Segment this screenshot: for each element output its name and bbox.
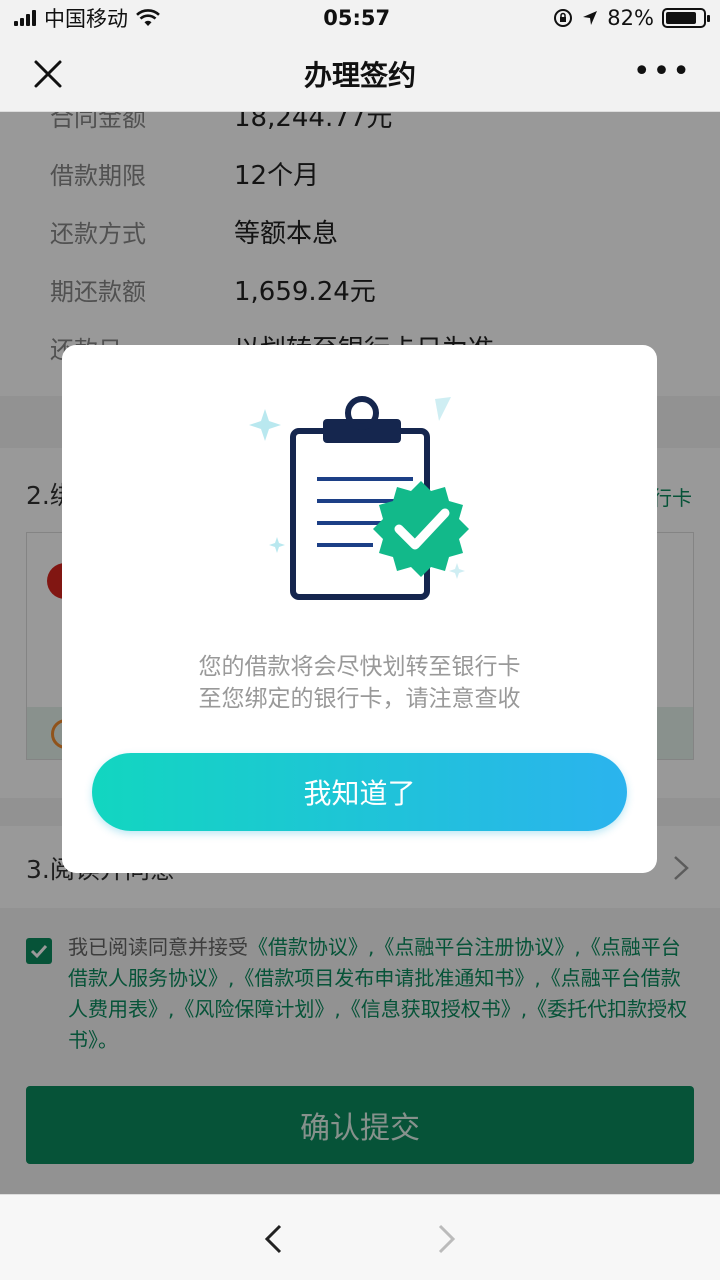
carrier-label: 中国移动 (44, 7, 128, 31)
forward-arrow-icon[interactable] (436, 1223, 458, 1255)
acknowledge-button[interactable]: 我知道了 (92, 753, 627, 831)
page-title: 办理签约 (303, 58, 416, 92)
back-arrow-icon[interactable] (262, 1223, 284, 1255)
more-options-icon[interactable]: ••• (633, 57, 692, 87)
dialog-message: 您的借款将会尽快划转至银行卡 至您绑定的银行卡，请注意查收 (62, 651, 657, 715)
battery-percent: 82% (607, 6, 654, 30)
success-dialog: 您的借款将会尽快划转至银行卡 至您绑定的银行卡，请注意查收 我知道了 (62, 345, 657, 873)
status-right: 82% (553, 6, 710, 30)
location-icon (583, 11, 598, 25)
nav-bar: 办理签约 ••• (0, 36, 720, 112)
battery-icon (661, 8, 710, 28)
status-bar: 中国移动 05:57 82% (0, 0, 720, 36)
status-time: 05:57 (323, 6, 391, 30)
signal-icon (14, 10, 36, 26)
wifi-icon (136, 9, 160, 26)
close-icon[interactable] (30, 56, 66, 92)
status-left: 中国移动 (14, 3, 160, 33)
rotation-lock-icon (554, 9, 573, 27)
dialog-message-line1: 您的借款将会尽快划转至银行卡 (198, 654, 521, 680)
clipboard-check-icon (249, 396, 469, 600)
battery-fill (665, 12, 696, 24)
bottom-nav-bar (0, 1194, 720, 1280)
dialog-message-line2: 至您绑定的银行卡，请注意查收 (198, 686, 521, 712)
